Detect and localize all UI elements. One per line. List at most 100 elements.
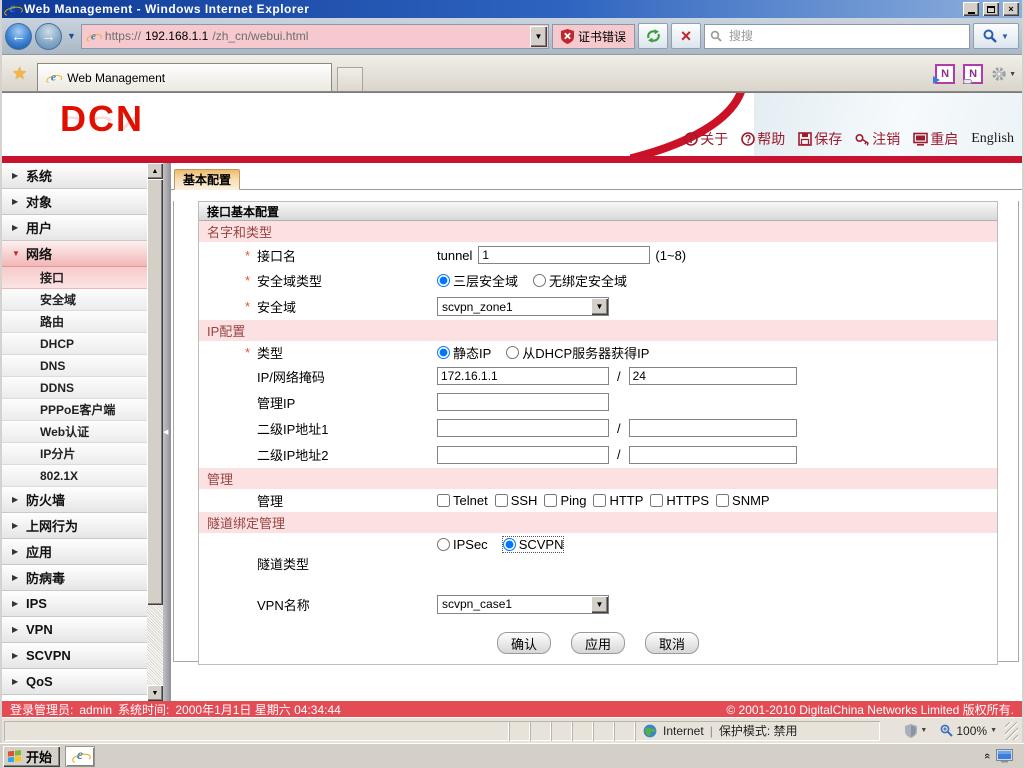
secondary-mask2-input[interactable] (628, 445, 797, 464)
checkbox-label: SNMP (732, 493, 770, 508)
sidebar-label: 系统 (26, 169, 53, 184)
scroll-down-button[interactable]: ▼ (147, 685, 163, 701)
scrollbar-thumb[interactable] (147, 179, 163, 605)
sidebar-item-ips[interactable]: ▶ IPS (2, 591, 147, 617)
history-dropdown[interactable]: ▼ (65, 31, 78, 41)
search-go-button[interactable]: ▼ (973, 23, 1019, 49)
checkbox-telnet[interactable] (437, 494, 450, 507)
start-button[interactable]: 开始 (3, 745, 61, 767)
panel-splitter[interactable]: ◀ (163, 163, 171, 701)
checkbox-ssh[interactable] (494, 494, 508, 507)
mgmt-ip-input[interactable] (437, 393, 609, 411)
reboot-link[interactable]: 重启 (913, 129, 958, 149)
save-icon (798, 132, 813, 146)
sidebar-item-system[interactable]: ▶ 系统 (2, 163, 147, 189)
new-tab-button[interactable] (337, 67, 364, 91)
radio-scvpn[interactable] (502, 537, 516, 551)
resize-grip[interactable] (1005, 721, 1018, 740)
logout-link[interactable]: 注销 (855, 129, 900, 149)
certificate-error-button[interactable]: 证书错误 (551, 23, 635, 49)
vpn-name-select-value: scvpn_case1 (442, 597, 513, 611)
radio-static-ip[interactable] (437, 345, 450, 359)
zoom-control[interactable]: 100% ▼ (935, 721, 1002, 741)
sidebar-item-objects[interactable]: ▶ 对象 (2, 189, 147, 215)
scrollbar-track[interactable] (147, 605, 163, 685)
select-dropdown-button[interactable]: ▼ (591, 595, 608, 613)
apply-button[interactable]: 应用 (571, 632, 625, 654)
radio-ipsec[interactable] (437, 537, 450, 551)
taskbar: 开始 e « (0, 743, 1024, 768)
checkbox-ping[interactable] (544, 494, 558, 507)
about-label: 关于 (700, 131, 729, 147)
secondary-ip1-input[interactable] (437, 419, 609, 437)
zone-select[interactable]: scvpn_zone1 ▼ (437, 297, 609, 316)
sidebar-item-ddns[interactable]: DDNS (2, 377, 147, 399)
ip-address-input[interactable] (437, 367, 609, 385)
address-dropdown-button[interactable]: ▼ (529, 25, 547, 47)
tab-basic-config[interactable]: 基本配置 (174, 169, 240, 190)
sidebar-item-ip-fragment[interactable]: IP分片 (2, 443, 147, 465)
sidebar-item-pppoe[interactable]: PPPoE客户端 (2, 399, 147, 421)
checkbox-snmp[interactable] (716, 494, 730, 507)
back-button[interactable]: ← (5, 22, 32, 50)
tools-button[interactable]: ▼ (991, 66, 1016, 82)
onenote-send-icon[interactable]: N (933, 64, 956, 84)
interface-name-input[interactable] (478, 246, 651, 264)
search-options-caret[interactable]: ▼ (1001, 32, 1009, 41)
checkbox-https[interactable] (650, 494, 664, 507)
address-bar[interactable]: e https://192.168.1.1/zh_cn/webui.html ▼ (80, 23, 549, 49)
window-title: Web Management - Windows Internet Explor… (24, 2, 310, 16)
favorites-star-icon[interactable]: ★ (12, 64, 27, 84)
secondary-ip2-input[interactable] (437, 445, 609, 464)
security-report-button[interactable]: ▼ (900, 721, 932, 741)
search-input[interactable] (727, 28, 964, 44)
sidebar-item-8021x[interactable]: 802.1X (2, 465, 147, 487)
select-dropdown-button[interactable]: ▼ (591, 298, 608, 315)
refresh-button[interactable] (638, 23, 668, 49)
sidebar-item-routing[interactable]: 路由 (2, 311, 147, 333)
sidebar-item-security-zone[interactable]: 安全域 (2, 289, 147, 311)
minimize-button[interactable] (963, 2, 979, 16)
language-link[interactable]: English (971, 131, 1014, 147)
sidebar-item-web-auth[interactable]: Web认证 (2, 421, 147, 443)
sidebar-item-firewall[interactable]: ▶ 防火墙 (2, 487, 147, 513)
sidebar-item-vpn[interactable]: ▶ VPN (2, 617, 147, 643)
ie-icon: e (5, 2, 20, 17)
sidebar-item-qos[interactable]: ▶ QoS (2, 669, 147, 695)
scroll-up-button[interactable]: ▲ (147, 163, 163, 179)
confirm-button[interactable]: 确认 (497, 632, 551, 654)
onenote-linked-icon[interactable]: N (963, 64, 984, 84)
radio-l3-zone[interactable] (437, 274, 450, 287)
checkbox-http[interactable] (593, 494, 607, 507)
sidebar-item-antivirus[interactable]: ▶ 防病毒 (2, 565, 147, 591)
close-button[interactable]: × (1003, 2, 1019, 16)
radio-dhcp-ip[interactable] (506, 345, 520, 359)
sidebar-item-application[interactable]: ▶ 应用 (2, 539, 147, 565)
sidebar-item-web-behavior[interactable]: ▶ 上网行为 (2, 513, 147, 539)
chevron-right-icon: ▶ (12, 547, 19, 556)
tray-chevron-icon[interactable]: « (981, 753, 993, 759)
tab-web-management[interactable]: e Web Management (37, 63, 333, 91)
sidebar-scrollbar[interactable]: ▲ ▼ (147, 163, 163, 701)
sidebar-item-network[interactable]: ▼ 网络 (2, 241, 147, 267)
help-link[interactable]: 帮助 (741, 129, 785, 149)
cancel-button[interactable]: 取消 (645, 632, 699, 654)
save-link[interactable]: 保存 (798, 129, 842, 149)
forward-button[interactable]: → (35, 22, 62, 50)
about-link[interactable]: 关于 (684, 129, 728, 149)
restore-button[interactable] (983, 2, 999, 16)
stop-button[interactable]: × (671, 23, 701, 49)
vpn-name-select[interactable]: scvpn_case1 ▼ (437, 594, 609, 614)
sidebar-item-users[interactable]: ▶ 用户 (2, 215, 147, 241)
sidebar-item-dns[interactable]: DNS (2, 355, 147, 377)
tray-display-icon[interactable] (996, 749, 1013, 763)
sidebar-item-dhcp[interactable]: DHCP (2, 333, 147, 355)
sidebar-item-interface[interactable]: 接口 (2, 267, 147, 289)
sidebar-item-scvpn[interactable]: ▶ SCVPN (2, 643, 147, 669)
taskbar-ie-button[interactable]: e (65, 745, 96, 767)
zone-divider: | (709, 723, 713, 738)
secondary-mask1-input[interactable] (628, 419, 797, 437)
netmask-input[interactable] (628, 367, 797, 385)
checkbox-label: SSH (510, 493, 538, 508)
radio-no-zone[interactable] (533, 274, 547, 287)
